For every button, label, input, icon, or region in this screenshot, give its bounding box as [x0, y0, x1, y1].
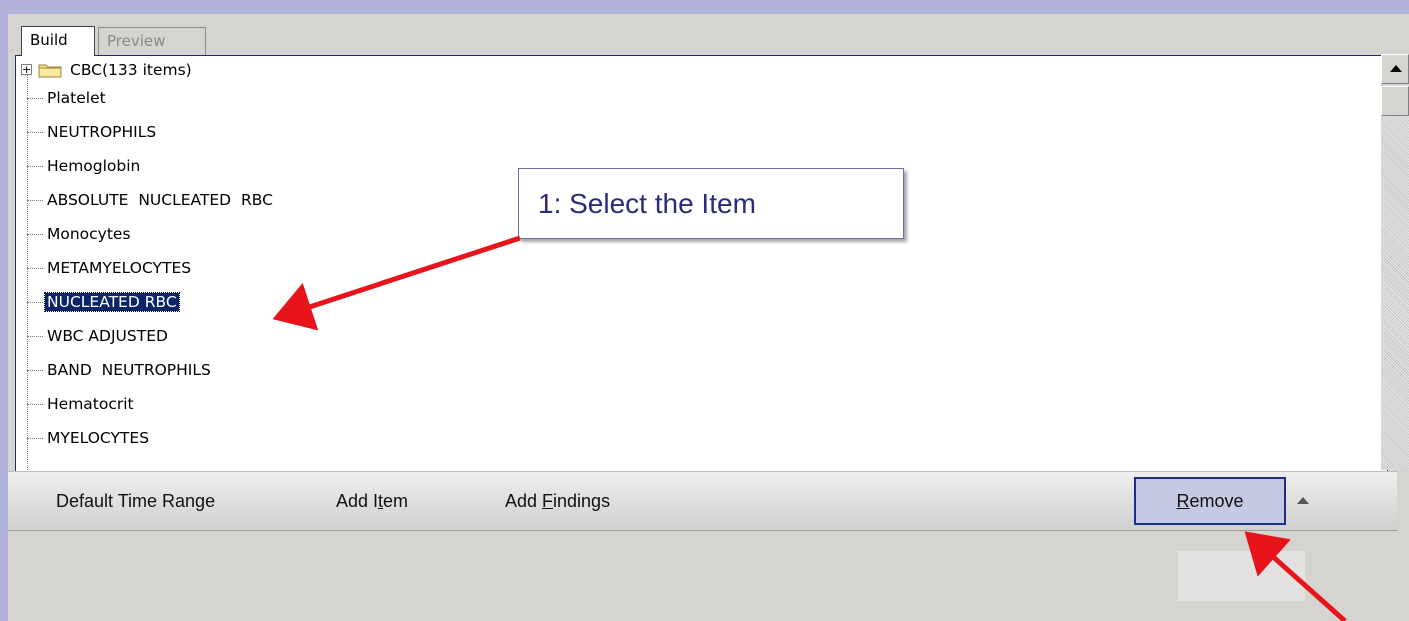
tree-item-label: Platelet: [47, 89, 106, 107]
tree-item[interactable]: Platelet: [16, 84, 108, 112]
tree-item[interactable]: NEUTROPHILS: [16, 118, 158, 146]
tree-item-label: METAMYELOCYTES: [47, 259, 192, 277]
add-item-button[interactable]: Add Item: [336, 472, 408, 530]
tree-item-label: MYELOCYTES: [47, 429, 150, 447]
tree-item-label: Hematocrit: [47, 395, 134, 413]
tree-item-label: NUCLEATED RBC: [44, 292, 180, 312]
tree-item-label: Monocytes: [47, 225, 131, 243]
tree-item-label: Hemoglobin: [47, 157, 141, 175]
tree-item[interactable]: Hematocrit: [16, 390, 136, 418]
add-findings-button[interactable]: Add Findings: [505, 472, 610, 530]
action-toolbar: Default Time Range Add Item Add Findings…: [8, 471, 1397, 531]
scroll-thumb[interactable]: [1381, 86, 1409, 116]
tree-item-label: NEUTROPHILS: [47, 123, 157, 141]
tree-scrollbar[interactable]: [1381, 54, 1409, 470]
default-time-range-button[interactable]: Default Time Range: [56, 472, 215, 530]
remove-button[interactable]: Remove: [1134, 477, 1286, 525]
tree-item[interactable]: MYELOCYTES: [16, 424, 151, 452]
tree-item[interactable]: BAND NEUTROPHILS: [16, 356, 213, 384]
tree-item[interactable]: METAMYELOCYTES: [16, 254, 193, 282]
expand-plus-icon[interactable]: +: [21, 64, 32, 75]
tab-build[interactable]: Build: [21, 26, 95, 56]
tab-preview[interactable]: Preview: [98, 27, 206, 55]
tree-folder-label: CBC(133 items): [70, 61, 192, 79]
tree-item[interactable]: Hemoglobin: [16, 152, 142, 180]
tree-item-label: WBC ADJUSTED: [47, 327, 168, 345]
tree-item[interactable]: ABSOLUTE NUCLEATED RBC: [16, 186, 275, 214]
tree-folder-cbc[interactable]: + CBC(133 items): [16, 56, 416, 84]
scroll-up-arrow-icon[interactable]: [1381, 54, 1409, 84]
tree-item-selected[interactable]: NUCLEATED RBC: [16, 288, 180, 316]
toolbar-overflow-up-icon[interactable]: [1297, 497, 1309, 504]
folder-icon: [38, 64, 62, 78]
blank-panel: [1178, 551, 1305, 601]
tree-item-label: BAND NEUTROPHILS: [47, 361, 211, 379]
tree-item[interactable]: Monocytes: [16, 220, 133, 248]
tree-item-label: ABSOLUTE NUCLEATED RBC: [47, 191, 273, 209]
item-tree[interactable]: + CBC(133 items) Platelet NEUTROPHILS He…: [15, 55, 1388, 485]
instruction-callout: 1: Select the Item: [518, 168, 904, 239]
tree-item[interactable]: WBC ADJUSTED: [16, 322, 170, 350]
